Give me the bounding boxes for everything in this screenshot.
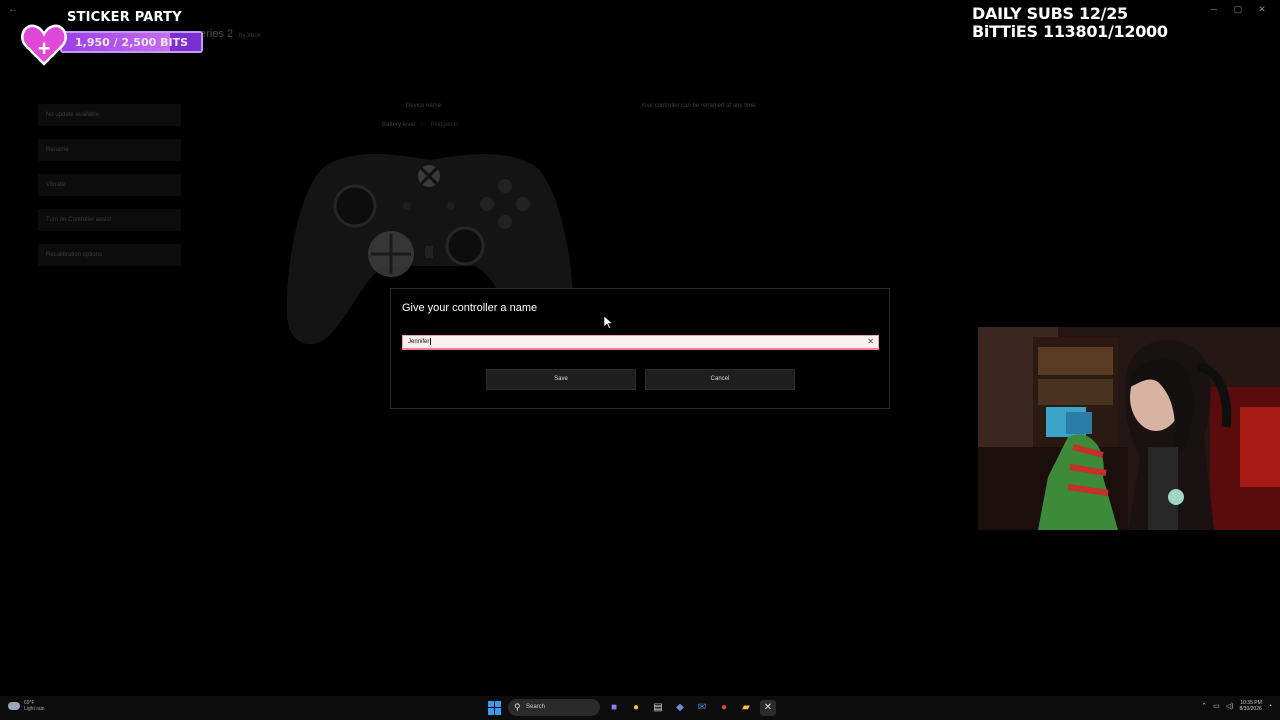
- network-icon[interactable]: ▭: [1213, 702, 1220, 710]
- daily-counters: DAILY SUBS 12/25 BiTTiES 113801/12000: [972, 5, 1168, 41]
- rename-hint: Your controller can be renamed at any ti…: [641, 103, 758, 109]
- controller-name-value: Jennifer: [408, 339, 430, 345]
- clear-icon[interactable]: ✕: [867, 337, 874, 347]
- weather-desc: Light rain: [24, 706, 45, 712]
- screen: ← ─ ▢ ✕ eries 2 by Xbox 1,950 / 2,500 BIT…: [0, 0, 1280, 720]
- controller-name-input[interactable]: Jennifer ✕: [402, 335, 879, 350]
- back-arrow-icon[interactable]: ←: [8, 4, 18, 15]
- save-button[interactable]: Save: [486, 369, 636, 390]
- battery-label: Battery level:: [382, 122, 417, 128]
- sidebar-item-rename[interactable]: Rename: [38, 139, 181, 161]
- clock-date: 8/30/2026: [1239, 706, 1262, 712]
- cancel-button[interactable]: Cancel: [645, 369, 795, 390]
- heart-icon: +: [20, 20, 68, 68]
- volume-icon[interactable]: ◁): [1226, 702, 1234, 710]
- xbox-accessories-icon[interactable]: ✕: [760, 699, 776, 716]
- plus-icon: +: [37, 36, 51, 61]
- close-window-icon[interactable]: ✕: [1250, 2, 1274, 16]
- notepad-icon[interactable]: ▤: [650, 700, 666, 716]
- weather-widget[interactable]: 69°F Light rain: [8, 700, 45, 712]
- clock[interactable]: 10:35 PM 8/30/2026: [1240, 700, 1262, 712]
- chrome-icon[interactable]: ●: [628, 700, 644, 716]
- battery-icon: ▭: [420, 122, 427, 128]
- rename-dialog: Give your controller a name Jennifer ✕ S…: [390, 288, 890, 409]
- dialog-title: Give your controller a name: [402, 302, 538, 314]
- sidebar-item-controller-assist[interactable]: Turn on Controller assist: [38, 209, 181, 231]
- taskbar: 69°F Light rain Search ■ ● ▤ ◆ ✉ ● ▰ ✕ ⌃…: [0, 696, 1280, 720]
- device-name-label: Device name:: [406, 103, 443, 109]
- cloud-rain-icon: [8, 702, 20, 710]
- chevron-up-icon[interactable]: ⌃: [1201, 702, 1207, 710]
- file-explorer-icon[interactable]: ▰: [738, 700, 754, 716]
- sidebar-item-recalibration[interactable]: Recalibration options: [38, 244, 181, 266]
- windows-start-icon[interactable]: [488, 700, 502, 715]
- notification-bell-icon[interactable]: ◔: [1268, 703, 1272, 710]
- teams-icon[interactable]: ■: [606, 700, 622, 716]
- webcam-video: [978, 327, 1280, 530]
- maximize-icon[interactable]: ▢: [1226, 2, 1250, 16]
- battery-level: Battery level: ▭ Plugged in: [382, 121, 459, 128]
- outlook-icon[interactable]: ✉: [694, 700, 710, 716]
- bits-progress-text: 1,950 / 2,500 BITS: [75, 36, 188, 49]
- taskbar-search[interactable]: Search: [508, 699, 600, 716]
- sticker-party-widget: 1,950 / 2,500 BITS + STICKER PARTY: [20, 10, 210, 68]
- sticker-party-title: STICKER PARTY: [67, 10, 182, 25]
- discord-icon[interactable]: ◆: [672, 700, 688, 716]
- app-title-by: by Xbox: [239, 33, 261, 39]
- sidebar-item-update[interactable]: No update available: [38, 104, 181, 126]
- sidebar-item-vibrate[interactable]: Vibrate: [38, 174, 181, 196]
- taskbar-apps: Search ■ ● ▤ ◆ ✉ ● ▰ ✕: [488, 699, 776, 716]
- daily-subs-text: DAILY SUBS 12/25: [972, 4, 1128, 23]
- chrome-alt-icon[interactable]: ●: [716, 700, 732, 716]
- bitties-text: BiTTiES 113801/12000: [972, 22, 1168, 41]
- minimize-icon[interactable]: ─: [1202, 2, 1226, 16]
- bits-progress-bar: 1,950 / 2,500 BITS: [60, 31, 203, 53]
- text-caret: [430, 337, 432, 345]
- system-tray: ⌃ ▭ ◁) 10:35 PM 8/30/2026 ◔: [1201, 700, 1272, 712]
- battery-value: Plugged in: [430, 122, 459, 128]
- weather-text: 69°F Light rain: [24, 700, 45, 712]
- window-controls: ─ ▢ ✕: [1202, 2, 1274, 16]
- mouse-cursor-icon: [604, 316, 613, 329]
